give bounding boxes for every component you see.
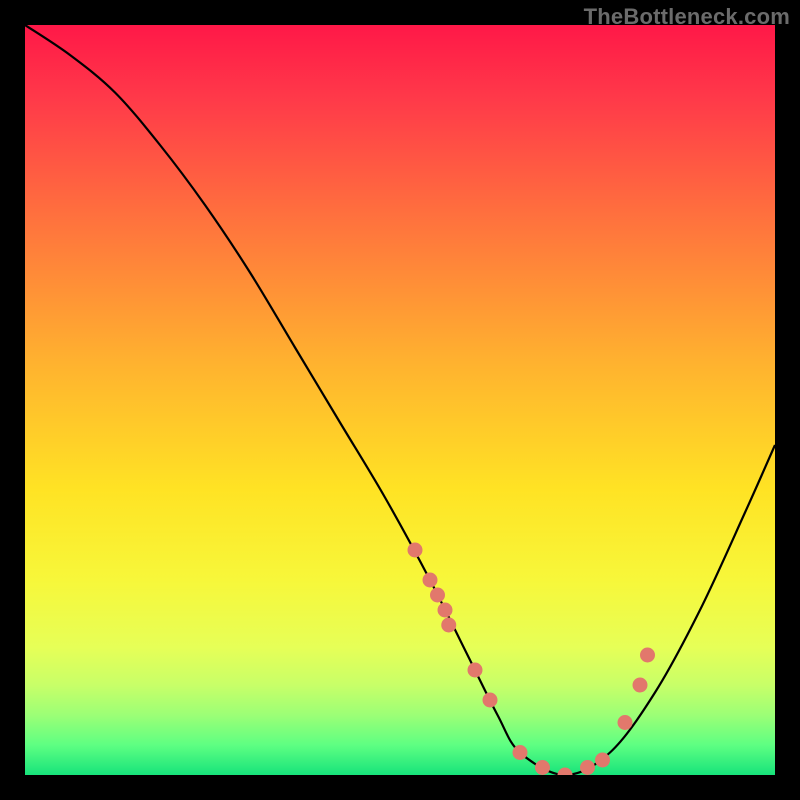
highlight-dot [596,753,610,767]
plot-area [25,25,775,775]
highlight-dot [423,573,437,587]
highlight-dot [408,543,422,557]
highlight-dot [513,746,527,760]
highlight-dot [468,663,482,677]
highlight-dots-group [408,543,655,775]
highlight-dot [581,761,595,775]
highlight-dot [536,761,550,775]
bottleneck-curve [25,25,775,775]
highlight-dot [618,716,632,730]
highlight-dot [483,693,497,707]
highlight-dot [442,618,456,632]
curve-layer [25,25,775,775]
highlight-dot [438,603,452,617]
highlight-dot [558,768,572,775]
highlight-dot [431,588,445,602]
highlight-dot [633,678,647,692]
highlight-dot [641,648,655,662]
chart-frame: TheBottleneck.com [0,0,800,800]
